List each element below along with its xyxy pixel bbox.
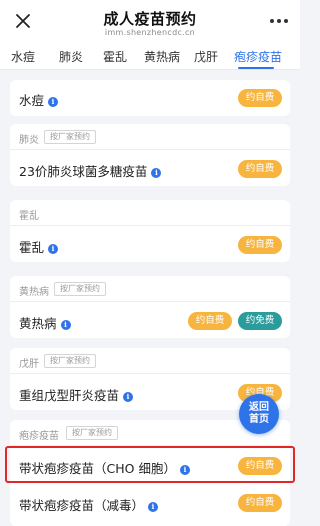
info-icon[interactable]: i — [48, 97, 59, 107]
info-icon[interactable]: i — [151, 168, 162, 178]
vaccine-name: 重组戊型肝炎疫苗 i — [19, 385, 134, 404]
tab-cholera[interactable]: 霍乱 — [103, 48, 127, 65]
vaccine-row-zoster-live: 带状疱疹疫苗（减毒） i 约自费 — [10, 486, 290, 520]
tab-chickenpox[interactable]: 水痘 — [11, 48, 35, 65]
vaccine-row-pneumococcal: 23价肺炎球菌多糖疫苗 i 约自费 — [10, 152, 290, 186]
info-icon[interactable]: i — [48, 244, 59, 254]
section-header: 戊肝 按厂家预约 — [10, 348, 290, 374]
section-header: 肺炎 按厂家预约 — [10, 124, 290, 150]
info-icon[interactable]: i — [148, 502, 159, 512]
book-self-pay-button[interactable]: 约自费 — [188, 312, 232, 330]
section-header: 霍乱 — [10, 200, 290, 226]
section-yellow-fever: 黄热病 按厂家预约 黄热病 i 约自费 约免费 — [10, 276, 290, 338]
book-self-pay-button[interactable]: 约自费 — [238, 160, 282, 178]
category-label: 黄热病 — [19, 287, 49, 298]
vaccine-name: 23价肺炎球菌多糖疫苗 i — [19, 161, 162, 180]
section-header: 黄热病 按厂家预约 — [10, 276, 290, 302]
manufacturer-badge: 按厂家预约 — [54, 282, 106, 296]
tab-yellow-fever[interactable]: 黄热病 — [144, 48, 180, 65]
category-tabs: 水痘 肺炎 霍乱 黄热病 戊肝 疱疹疫苗 — [0, 44, 300, 70]
category-label: 疱疹疫苗 — [19, 431, 59, 442]
vaccine-name: 霍乱 i — [19, 237, 59, 256]
title-bar: 成人疫苗预约 imm.shenzhencdc.cn — [0, 0, 300, 44]
book-self-pay-button[interactable]: 约自费 — [238, 236, 282, 254]
highlight-box — [5, 446, 295, 483]
back-home-label-line1: 返回 — [249, 402, 269, 413]
manufacturer-badge: 按厂家预约 — [66, 426, 118, 440]
vaccine-name: 水痘 i — [19, 90, 59, 109]
vaccine-row-cholera: 霍乱 i 约自费 — [10, 228, 290, 262]
more-options-icon[interactable] — [270, 19, 288, 25]
info-icon[interactable]: i — [123, 392, 134, 402]
section-cholera: 霍乱 霍乱 i 约自费 — [10, 200, 290, 262]
tab-pneumonia[interactable]: 肺炎 — [59, 48, 83, 65]
manufacturer-badge: 按厂家预约 — [44, 354, 96, 368]
back-home-button[interactable]: 返回 首页 — [239, 394, 279, 434]
tab-herpes-vaccine[interactable]: 疱疹疫苗 — [234, 48, 282, 65]
book-free-button[interactable]: 约免费 — [238, 312, 282, 330]
page-title: 成人疫苗预约 — [103, 10, 197, 28]
section-chickenpox: 水痘 i 约自费 — [10, 80, 290, 116]
book-self-pay-button[interactable]: 约自费 — [238, 494, 282, 512]
category-label: 戊肝 — [19, 359, 39, 370]
category-label: 肺炎 — [19, 135, 39, 146]
vaccine-row-yellow-fever: 黄热病 i 约自费 约免费 — [10, 304, 290, 338]
manufacturer-badge: 按厂家预约 — [44, 130, 96, 144]
book-self-pay-button[interactable]: 约自费 — [238, 89, 282, 107]
category-label: 霍乱 — [19, 211, 39, 222]
vaccine-row-chickenpox: 水痘 i 约自费 — [10, 81, 290, 115]
back-home-label-line2: 首页 — [249, 414, 269, 425]
vaccine-name: 黄热病 i — [19, 313, 71, 332]
info-icon[interactable]: i — [60, 320, 71, 330]
active-tab-indicator — [238, 67, 274, 69]
vaccine-name: 带状疱疹疫苗（减毒） i — [19, 495, 159, 514]
page-url: imm.shenzhencdc.cn — [104, 28, 196, 37]
section-pneumonia: 肺炎 按厂家预约 23价肺炎球菌多糖疫苗 i 约自费 — [10, 124, 290, 186]
tab-hepatitis-e[interactable]: 戊肝 — [194, 48, 218, 65]
